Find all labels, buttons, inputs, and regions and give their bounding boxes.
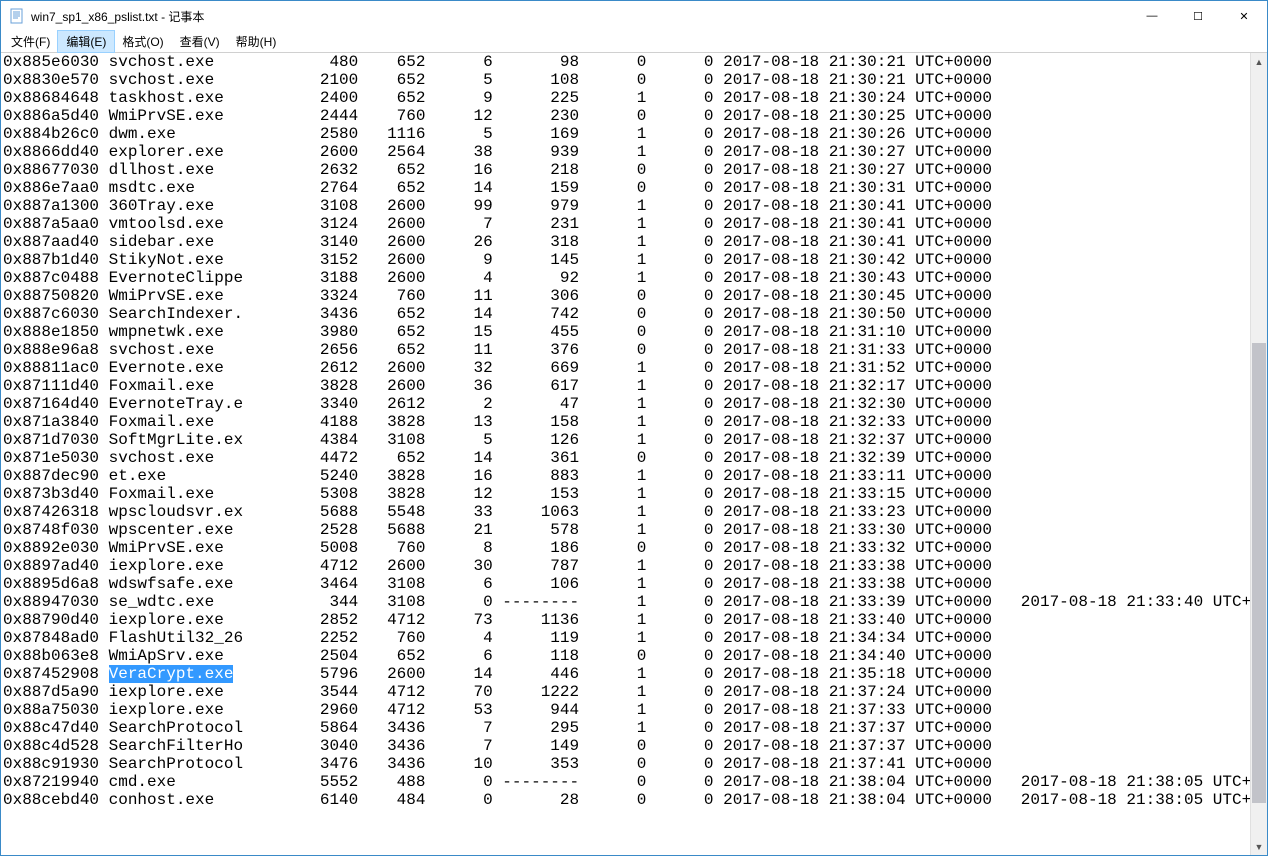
text-row: 0x88b063e8 WmiApSrv.exe 2504 652 6 118 0… [3,647,1250,665]
text-row: 0x887a5aa0 vmtoolsd.exe 3124 2600 7 231 … [3,215,1250,233]
close-button[interactable]: ✕ [1221,1,1267,31]
menu-view[interactable]: 查看(V) [172,31,228,52]
text-row: 0x88947030 se_wdtc.exe 344 3108 0 ------… [3,593,1250,611]
text-row: 0x88a75030 iexplore.exe 2960 4712 53 944… [3,701,1250,719]
scroll-thumb[interactable] [1252,343,1266,803]
text-row: 0x887c6030 SearchIndexer. 3436 652 14 74… [3,305,1250,323]
text-row: 0x8897ad40 iexplore.exe 4712 2600 30 787… [3,557,1250,575]
text-row: 0x88cebd40 conhost.exe 6140 484 0 28 0 0… [3,791,1250,809]
text-row: 0x88684648 taskhost.exe 2400 652 9 225 1… [3,89,1250,107]
text-row: 0x87164d40 EvernoteTray.e 3340 2612 2 47… [3,395,1250,413]
text-row: 0x888e96a8 svchost.exe 2656 652 11 376 0… [3,341,1250,359]
text-row: 0x8892e030 WmiPrvSE.exe 5008 760 8 186 0… [3,539,1250,557]
scroll-up-icon[interactable]: ▲ [1251,53,1267,70]
menu-help[interactable]: 帮助(H) [228,31,285,52]
text-row: 0x8748f030 wpscenter.exe 2528 5688 21 57… [3,521,1250,539]
text-row: 0x8895d6a8 wdswfsafe.exe 3464 3108 6 106… [3,575,1250,593]
minimize-button[interactable]: — [1129,1,1175,31]
notepad-window: win7_sp1_x86_pslist.txt - 记事本 — ☐ ✕ 文件(F… [0,0,1268,856]
text-row: 0x88c91930 SearchProtocol 3476 3436 10 3… [3,755,1250,773]
text-row: 0x8866dd40 explorer.exe 2600 2564 38 939… [3,143,1250,161]
window-title: win7_sp1_x86_pslist.txt - 记事本 [31,8,1129,25]
menu-format[interactable]: 格式(O) [114,31,171,52]
menu-file[interactable]: 文件(F) [3,31,58,52]
text-row: 0x887aad40 sidebar.exe 3140 2600 26 318 … [3,233,1250,251]
text-row: 0x87452908 VeraCrypt.exe 5796 2600 14 44… [3,665,1250,683]
text-row: 0x8830e570 svchost.exe 2100 652 5 108 0 … [3,71,1250,89]
content-wrap: 0x885e6030 svchost.exe 480 652 6 98 0 0 … [1,53,1267,855]
text-row: 0x88811ac0 Evernote.exe 2612 2600 32 669… [3,359,1250,377]
text-row: 0x88677030 dllhost.exe 2632 652 16 218 0… [3,161,1250,179]
text-row: 0x871d7030 SoftMgrLite.ex 4384 3108 5 12… [3,431,1250,449]
text-row: 0x87111d40 Foxmail.exe 3828 2600 36 617 … [3,377,1250,395]
text-row: 0x871e5030 svchost.exe 4472 652 14 361 0… [3,449,1250,467]
text-row: 0x884b26c0 dwm.exe 2580 1116 5 169 1 0 2… [3,125,1250,143]
text-row: 0x885e6030 svchost.exe 480 652 6 98 0 0 … [3,53,1250,71]
text-row: 0x887dec90 et.exe 5240 3828 16 883 1 0 2… [3,467,1250,485]
text-row: 0x888e1850 wmpnetwk.exe 3980 652 15 455 … [3,323,1250,341]
vertical-scrollbar[interactable]: ▲ ▼ [1250,53,1267,855]
text-row: 0x887a1300 360Tray.exe 3108 2600 99 979 … [3,197,1250,215]
scroll-down-icon[interactable]: ▼ [1251,838,1267,855]
notepad-icon [9,8,25,24]
text-row: 0x88c4d528 SearchFilterHo 3040 3436 7 14… [3,737,1250,755]
text-row: 0x87426318 wpscloudsvr.ex 5688 5548 33 1… [3,503,1250,521]
text-row: 0x886e7aa0 msdtc.exe 2764 652 14 159 0 0… [3,179,1250,197]
text-row: 0x88750820 WmiPrvSE.exe 3324 760 11 306 … [3,287,1250,305]
text-row: 0x88790d40 iexplore.exe 2852 4712 73 113… [3,611,1250,629]
menubar: 文件(F) 编辑(E) 格式(O) 查看(V) 帮助(H) [1,31,1267,53]
text-row: 0x887b1d40 StikyNot.exe 3152 2600 9 145 … [3,251,1250,269]
text-row: 0x886a5d40 WmiPrvSE.exe 2444 760 12 230 … [3,107,1250,125]
menu-edit[interactable]: 编辑(E) [58,31,114,52]
text-row: 0x88c47d40 SearchProtocol 5864 3436 7 29… [3,719,1250,737]
text-row: 0x887c0488 EvernoteClippe 3188 2600 4 92… [3,269,1250,287]
text-row: 0x871a3840 Foxmail.exe 4188 3828 13 158 … [3,413,1250,431]
text-row: 0x873b3d40 Foxmail.exe 5308 3828 12 153 … [3,485,1250,503]
text-row: 0x87848ad0 FlashUtil32_26 2252 760 4 119… [3,629,1250,647]
text-row: 0x87219940 cmd.exe 5552 488 0 -------- 0… [3,773,1250,791]
selection: VeraCrypt.exe [109,665,234,683]
text-row: 0x887d5a90 iexplore.exe 3544 4712 70 122… [3,683,1250,701]
text-area[interactable]: 0x885e6030 svchost.exe 480 652 6 98 0 0 … [1,53,1250,855]
titlebar[interactable]: win7_sp1_x86_pslist.txt - 记事本 — ☐ ✕ [1,1,1267,31]
maximize-button[interactable]: ☐ [1175,1,1221,31]
window-controls: — ☐ ✕ [1129,1,1267,31]
